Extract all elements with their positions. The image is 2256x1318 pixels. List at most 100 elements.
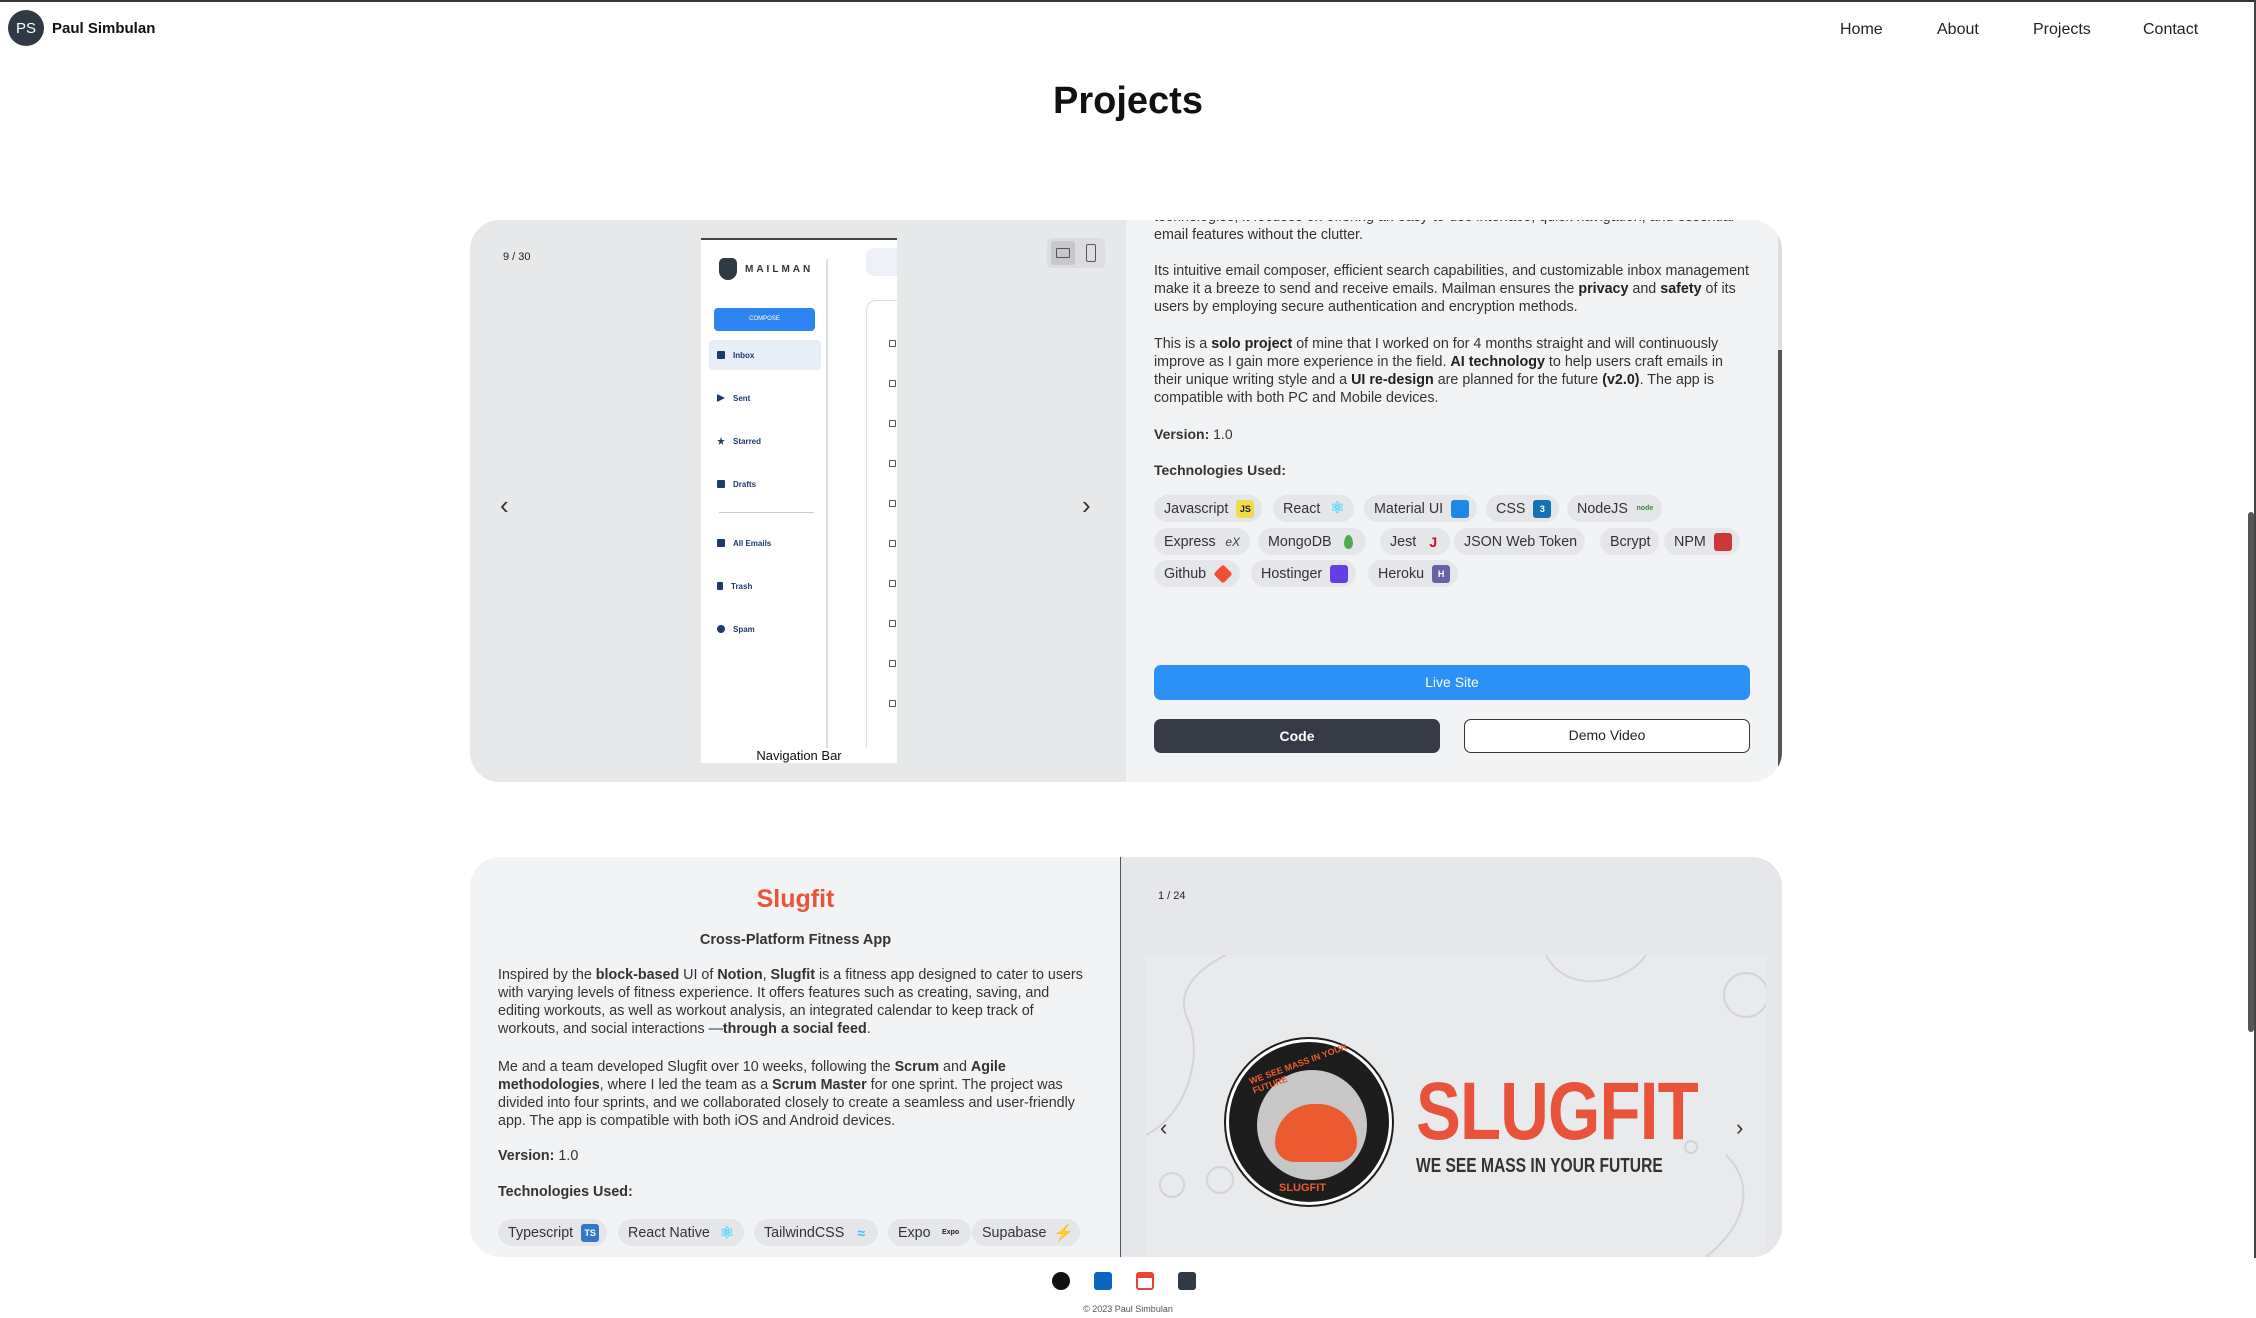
inbox-icon (717, 351, 725, 359)
hostinger-icon (1330, 564, 1349, 583)
mailman-hat-icon (719, 258, 737, 280)
tech-tag: NPM (1664, 528, 1740, 555)
spam-icon (717, 625, 725, 633)
tech-tag: Github (1154, 560, 1241, 587)
css-icon: 3 (1533, 499, 1552, 518)
star-icon (717, 437, 725, 445)
carousel-screenshot: MAILMAN COMPOSE Inbox Sent Starred Draft… (701, 238, 897, 763)
jest-icon: J (1429, 533, 1438, 550)
react-icon: ⚛ (1330, 499, 1345, 517)
nav-about-link[interactable]: About (1937, 21, 1979, 39)
laptop-icon[interactable] (1051, 241, 1075, 265)
mock-checkbox (889, 700, 896, 707)
resume-icon[interactable] (1178, 1272, 1196, 1290)
linkedin-icon[interactable] (1094, 1272, 1112, 1290)
send-icon (717, 394, 725, 402)
mock-checkbox (889, 460, 896, 467)
social-links (1052, 1272, 1196, 1290)
heroku-icon: H (1432, 564, 1451, 583)
tech-tag: Supabase ⚡ (972, 1219, 1081, 1246)
github-icon[interactable] (1052, 1272, 1070, 1290)
npm-icon (1713, 532, 1732, 551)
express-icon: eX (1225, 534, 1240, 549)
tech-tag: TailwindCSS ≈ (754, 1219, 879, 1246)
mock-nav-sent: Sent (709, 383, 821, 413)
mailman-logo: MAILMAN (719, 258, 813, 280)
mock-checkbox (889, 660, 896, 667)
tech-tag: NodeJS node (1567, 495, 1662, 522)
typescript-icon: TS (581, 1223, 600, 1242)
screenshot-caption: Navigation Bar (701, 748, 897, 763)
version-row: Version: 1.0 (1154, 426, 1233, 442)
phone-icon[interactable] (1079, 241, 1101, 265)
brand-name: Paul Simbulan (52, 19, 156, 37)
description-scrollbar-thumb[interactable] (1778, 350, 1782, 782)
project-card-mailman: 9 / 30 MAILMAN COMPOSE Inbox Sent Starre… (470, 220, 1782, 782)
slide-counter: 9 / 30 (503, 251, 531, 263)
supabase-icon: ⚡ (1053, 1224, 1074, 1242)
footer: © 2023 Paul Simbulan (0, 1258, 2256, 1318)
mock-nav-spam: Spam (709, 614, 821, 644)
project-image-carousel: 9 / 30 MAILMAN COMPOSE Inbox Sent Starre… (470, 220, 1126, 782)
description-scrollbar[interactable] (1778, 220, 1782, 782)
tech-tag: Express eX (1154, 528, 1250, 555)
react-icon: ⚛ (719, 1224, 735, 1242)
slide-counter: 1 / 24 (1158, 890, 1186, 902)
version-row: Version: 1.0 (498, 1148, 579, 1164)
tech-tag: MongoDB (1258, 528, 1366, 555)
tech-tag: Typescript TS (498, 1219, 608, 1246)
mock-divider (719, 512, 814, 513)
top-nav: PS Paul Simbulan Home About Projects Con… (0, 2, 2256, 58)
brand[interactable]: PS Paul Simbulan (8, 10, 155, 46)
tech-tag: Jest J (1380, 528, 1451, 555)
mock-nav-starred: Starred (709, 426, 821, 456)
live-site-button[interactable]: Live Site (1154, 665, 1750, 700)
mock-checkbox (889, 500, 896, 507)
page-title: Projects (1053, 80, 1203, 122)
carousel-prev-arrow[interactable]: ‹ (500, 490, 509, 521)
material-ui-icon (1451, 499, 1470, 518)
technologies-heading: Technologies Used: (1154, 462, 1286, 478)
mock-device-frame (826, 258, 830, 763)
mock-checkbox (889, 620, 896, 627)
mock-checkbox (889, 540, 896, 547)
carousel-slide: WE SEE MASS IN YOUR FUTURE SLUGFIT SLUGF… (1146, 955, 1766, 1257)
tech-tag: Hostinger (1251, 560, 1357, 587)
gmail-icon[interactable] (1136, 1272, 1154, 1290)
mock-checkbox (889, 420, 896, 427)
badge-bottom-text: SLUGFIT (1279, 1182, 1327, 1194)
mock-email-list (866, 300, 897, 760)
mock-nav-all-emails: All Emails (709, 528, 821, 558)
nav-projects-link[interactable]: Projects (2033, 21, 2091, 39)
mock-nav-trash: Trash (709, 571, 821, 601)
carousel-next-arrow[interactable]: › (1736, 1115, 1743, 1141)
tech-tag: Bcrypt (1600, 528, 1659, 555)
mongodb-icon (1340, 533, 1358, 551)
nav-contact-link[interactable]: Contact (2143, 21, 2198, 39)
mock-nav-inbox: Inbox (709, 340, 821, 370)
nav-home-link[interactable]: Home (1840, 21, 1883, 39)
description-paragraph: Its intuitive email composer, efficient … (1154, 263, 1749, 315)
mock-compose-button: COMPOSE (714, 308, 815, 331)
demo-video-button[interactable]: Demo Video (1464, 719, 1750, 753)
code-button[interactable]: Code (1154, 719, 1440, 753)
mock-search-bar (866, 248, 897, 276)
drafts-icon (717, 480, 725, 488)
description-paragraph: This is a solo project of mine that I wo… (1154, 336, 1723, 406)
slugfit-tagline: WE SEE MASS IN YOUR FUTURE (1416, 1155, 1663, 1177)
description-paragraph: Inspired by the block-based UI of Notion… (498, 967, 1083, 1037)
tech-tag: Heroku H (1368, 560, 1459, 587)
tech-tag: CSS 3 (1486, 495, 1560, 522)
mock-checkbox (889, 380, 896, 387)
description-paragraph: technologies, it focuses on offering an … (1154, 220, 1734, 243)
mock-checkbox (889, 340, 896, 347)
tech-tag: React Native ⚛ (618, 1219, 744, 1246)
carousel-prev-arrow[interactable]: ‹ (1160, 1115, 1167, 1141)
project-card-slugfit: Slugfit Cross-Platform Fitness App Inspi… (470, 857, 1782, 1257)
tech-tag: Material UI (1364, 495, 1478, 522)
tailwind-icon: ≈ (857, 1224, 866, 1241)
all-emails-icon (717, 539, 725, 547)
carousel-next-arrow[interactable]: › (1082, 490, 1091, 521)
mock-nav-drafts: Drafts (709, 469, 821, 499)
slug-mascot (1275, 1104, 1357, 1162)
